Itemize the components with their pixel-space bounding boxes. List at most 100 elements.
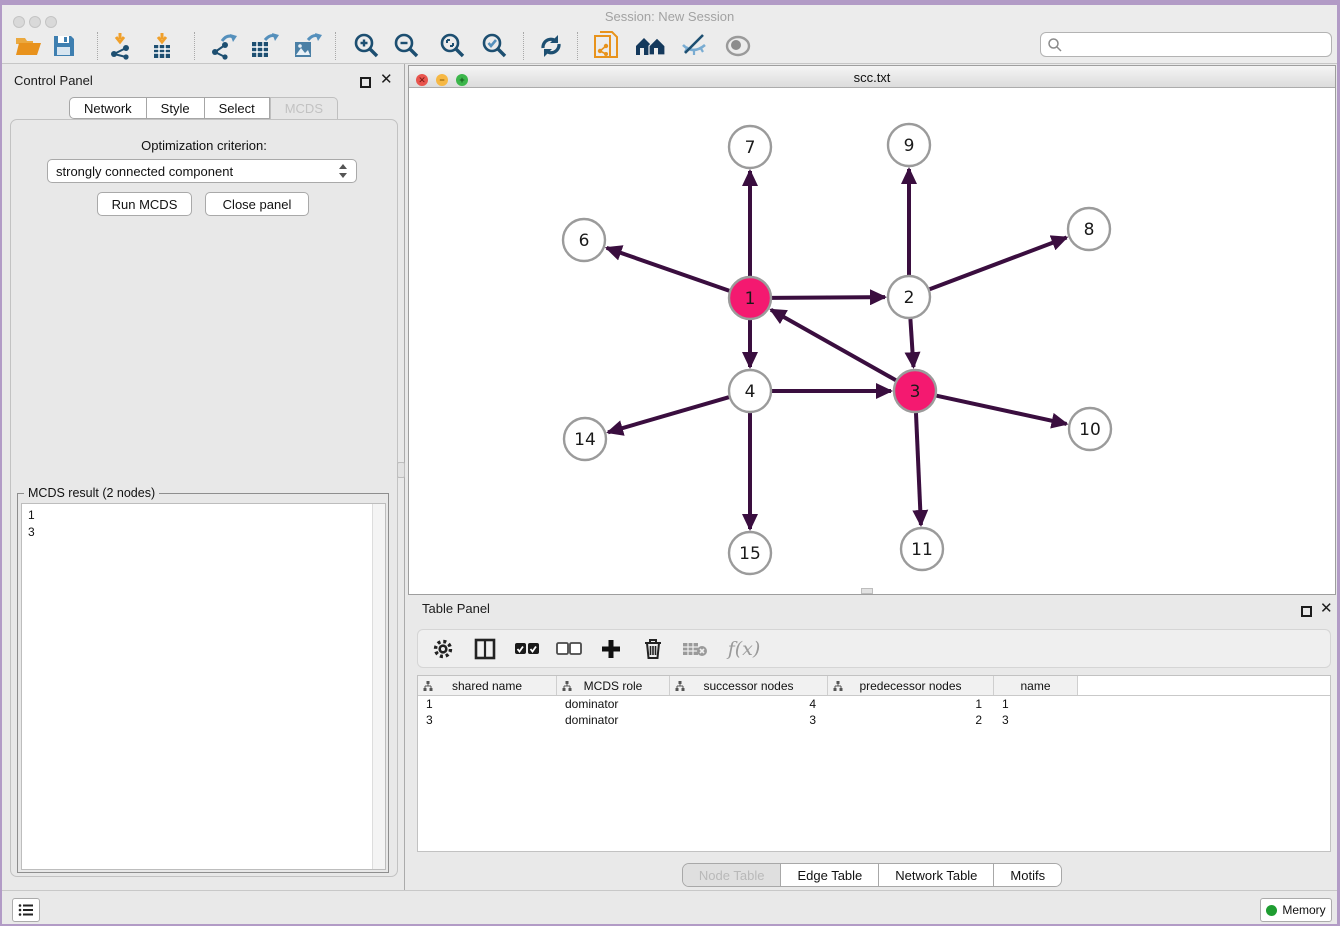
import-network-icon[interactable] — [104, 31, 136, 61]
node-table: shared name MCDS role successor nodes pr… — [417, 675, 1331, 852]
criterion-select[interactable]: strongly connected component — [47, 159, 357, 183]
search-icon — [1047, 37, 1063, 53]
delete-table-glyph — [682, 640, 708, 658]
save-session-icon[interactable] — [48, 31, 80, 61]
tab-node-table[interactable]: Node Table — [683, 864, 781, 886]
tab-network[interactable]: Network — [69, 97, 147, 119]
close-table-panel-icon[interactable]: ✕ — [1320, 603, 1333, 614]
zoom-selected-glyph — [480, 32, 508, 60]
zoom-in-icon[interactable] — [350, 31, 382, 61]
refresh-layout-icon[interactable] — [535, 31, 567, 61]
export-network-icon[interactable] — [207, 31, 239, 61]
graph-node-label-8: 8 — [1084, 220, 1095, 240]
graph-node-label-14: 14 — [574, 430, 596, 450]
column-label: successor nodes — [703, 679, 793, 693]
export-table-icon[interactable] — [248, 31, 280, 61]
hide-panel-icon[interactable] — [678, 31, 710, 61]
task-history-button[interactable] — [12, 898, 40, 922]
cell-name: 3 — [994, 712, 1078, 728]
column-header-mcds-role[interactable]: MCDS role — [557, 676, 670, 695]
add-column-glyph — [601, 639, 621, 659]
mcds-result-line: 1 — [28, 507, 385, 524]
tab-network-table[interactable]: Network Table — [878, 864, 993, 886]
zoom-fit-glyph — [438, 32, 466, 60]
main-toolbar — [2, 28, 1337, 64]
graph-edge-1-2[interactable] — [772, 297, 885, 298]
zoom-fit-icon[interactable] — [436, 31, 468, 61]
delete-table-icon[interactable] — [682, 636, 708, 662]
window-frame-top — [0, 0, 1340, 5]
toolbar-separator — [577, 32, 578, 60]
show-panel-icon[interactable] — [722, 31, 754, 61]
run-mcds-button[interactable]: Run MCDS — [97, 192, 192, 216]
column-header-shared-name[interactable]: shared name — [418, 676, 557, 695]
column-header-successor-nodes[interactable]: successor nodes — [670, 676, 828, 695]
tab-select[interactable]: Select — [205, 97, 270, 119]
delete-column-icon[interactable] — [640, 636, 666, 662]
function-builder-icon[interactable]: f(x) — [724, 636, 764, 662]
add-column-icon[interactable] — [598, 636, 624, 662]
open-session-icon[interactable] — [12, 31, 44, 61]
memory-label: Memory — [1282, 903, 1325, 917]
column-header-predecessor-nodes[interactable]: predecessor nodes — [828, 676, 994, 695]
graph-edge-4-14[interactable] — [608, 397, 729, 432]
float-panel-icon[interactable] — [360, 75, 371, 93]
graph-edge-1-6[interactable] — [607, 248, 730, 291]
sort-tree-icon — [833, 681, 843, 691]
unselect-all-icon[interactable] — [556, 636, 582, 662]
export-image-icon[interactable] — [291, 31, 323, 61]
search-box — [1040, 32, 1332, 57]
graph-edge-2-8[interactable] — [930, 237, 1067, 289]
graph-edge-3-10[interactable] — [936, 396, 1066, 424]
show-columns-icon[interactable] — [472, 636, 498, 662]
memory-status-icon — [1266, 905, 1277, 916]
zoom-out-glyph — [392, 32, 420, 60]
table-row[interactable]: 1 dominator 4 1 1 — [418, 696, 1330, 712]
network-window: ✕ − + scc.txt 1234678910111415 — [408, 65, 1336, 595]
home-pages-icon[interactable] — [635, 31, 667, 61]
graph-edge-3-11[interactable] — [916, 413, 921, 525]
close-panel-button[interactable]: Close panel — [205, 192, 309, 216]
tab-style[interactable]: Style — [147, 97, 205, 119]
column-label: predecessor nodes — [859, 679, 961, 693]
tab-edge-table[interactable]: Edge Table — [780, 864, 878, 886]
vertical-splitter-handle[interactable] — [397, 462, 405, 478]
graph-edge-2-3[interactable] — [910, 319, 913, 367]
toolbar-separator — [97, 32, 98, 60]
mcds-result-list[interactable]: 1 3 — [21, 503, 386, 870]
export-table-glyph — [249, 32, 279, 60]
sort-tree-icon — [423, 681, 433, 691]
graph-edge-3-1[interactable] — [771, 310, 896, 380]
table-row[interactable]: 3 dominator 3 2 3 — [418, 712, 1330, 728]
control-panel: Control Panel ✕ Network Style Select MCD… — [2, 64, 405, 890]
zoom-out-icon[interactable] — [390, 31, 422, 61]
select-all-glyph — [514, 642, 540, 656]
mcds-result-title: MCDS result (2 nodes) — [24, 486, 159, 500]
copy-network-icon[interactable] — [590, 31, 622, 61]
tab-mcds[interactable]: MCDS — [270, 97, 338, 119]
table-options-icon[interactable] — [430, 636, 456, 662]
cell-name: 1 — [994, 696, 1078, 712]
column-label: MCDS role — [584, 679, 643, 693]
import-network-glyph — [106, 32, 134, 60]
toolbar-separator — [523, 32, 524, 60]
select-all-icon[interactable] — [514, 636, 540, 662]
table-tabs: Node Table Edge Table Network Table Moti… — [408, 863, 1336, 887]
import-table-icon[interactable] — [146, 31, 178, 61]
memory-button[interactable]: Memory — [1260, 898, 1332, 922]
refresh-layout-glyph — [537, 32, 565, 60]
float-table-panel-icon[interactable] — [1301, 604, 1312, 622]
graph-node-label-11: 11 — [911, 540, 933, 560]
tab-motifs[interactable]: Motifs — [993, 864, 1061, 886]
sort-tree-icon — [675, 681, 685, 691]
close-panel-icon[interactable]: ✕ — [380, 74, 393, 85]
status-bar: Memory — [2, 890, 1337, 924]
result-scrollbar[interactable] — [372, 504, 385, 869]
horizontal-splitter-handle[interactable] — [861, 588, 873, 594]
network-graph[interactable]: 1234678910111415 — [409, 88, 1335, 594]
cell-shared-name: 3 — [418, 712, 557, 728]
import-table-glyph — [148, 32, 176, 60]
column-header-name[interactable]: name — [994, 676, 1078, 695]
zoom-selected-icon[interactable] — [478, 31, 510, 61]
search-input[interactable] — [1063, 37, 1331, 52]
